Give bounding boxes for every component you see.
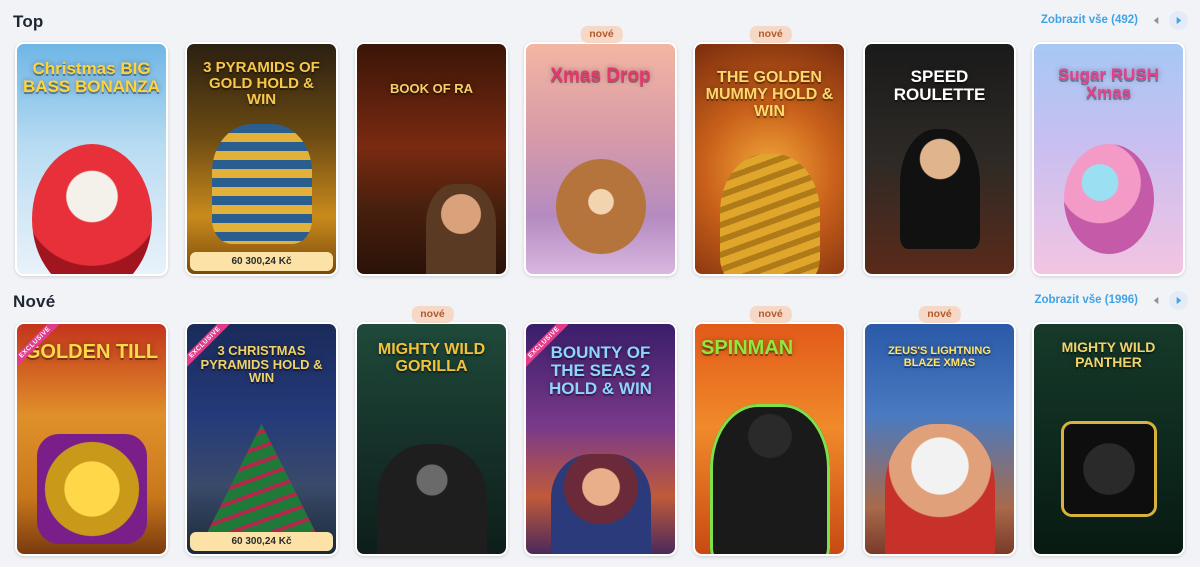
game-card[interactable]: SPINMAN <box>693 322 846 556</box>
jackpot-amount: 60 300,24 Kč <box>190 532 333 551</box>
game-card[interactable]: BOUNTY OF THE SEAS 2 HOLD & WIN EXCLUSIV… <box>524 322 677 556</box>
game-title: THE GOLDEN MUMMY HOLD & WIN <box>705 69 834 120</box>
till-figure <box>36 434 147 544</box>
game-title: BOOK OF RA <box>389 81 474 96</box>
game-card[interactable]: GOLDEN TILL EXCLUSIVE <box>15 322 168 556</box>
game-card[interactable]: ZEUS'S LIGHTNING BLAZE XMAS <box>863 322 1016 556</box>
game-title: Christmas BIG BASS BONANZA <box>23 59 160 96</box>
game-title: MIGHTY WILD PANTHER <box>1061 339 1156 370</box>
game-card[interactable]: SPEED ROULETTE <box>863 42 1016 276</box>
section-title: Nové <box>13 292 56 311</box>
game-card[interactable]: MIGHTY WILD GORILLA <box>355 322 508 556</box>
game-title: MIGHTY WILD GORILLA <box>377 341 486 375</box>
zeus-figure <box>884 424 995 554</box>
games-row: GOLDEN TILL EXCLUSIVE 3 CHRISTMAS PYRAMI… <box>15 322 1187 556</box>
game-title: SPINMAN <box>701 337 794 359</box>
game-title: SPEED ROULETTE <box>893 67 986 104</box>
next-button[interactable] <box>1169 291 1188 310</box>
gorilla-figure <box>376 444 487 554</box>
game-title: Sugar RUSH Xmas <box>1057 65 1160 102</box>
jackpot-amount: 60 300,24 Kč <box>190 252 333 271</box>
bear-figure <box>555 159 646 254</box>
game-card[interactable]: 3 PYRAMIDS OF GOLD HOLD & WIN 60 300,24 … <box>185 42 338 276</box>
new-badge: nové <box>411 306 454 323</box>
section-header: Nové Zobrazit vše (1996) <box>0 280 1200 320</box>
game-card[interactable]: THE GOLDEN MUMMY HOLD & WIN <box>693 42 846 276</box>
game-title: 3 CHRISTMAS PYRAMIDS HOLD & WIN <box>200 343 323 386</box>
panther-figure <box>1063 424 1154 514</box>
game-title: GOLDEN TILL <box>24 341 159 363</box>
game-card[interactable]: 3 CHRISTMAS PYRAMIDS HOLD & WIN EXCLUSIV… <box>185 322 338 556</box>
game-title: 3 PYRAMIDS OF GOLD HOLD & WIN <box>203 59 320 108</box>
spinman-figure <box>709 404 830 554</box>
show-all-link[interactable]: Zobrazit vše (492) <box>1041 14 1138 26</box>
new-badge: nové <box>580 26 623 43</box>
prev-button[interactable] <box>1147 11 1166 30</box>
chevron-left-icon <box>1153 296 1159 305</box>
candy-figure <box>1063 144 1154 254</box>
pirate-figure <box>550 454 651 554</box>
section-title: Top <box>13 12 44 31</box>
mummy-figure <box>719 154 820 274</box>
chevron-right-icon <box>1176 16 1182 25</box>
new-badge: nové <box>749 306 792 323</box>
game-card[interactable]: BOOK OF RA <box>355 42 508 276</box>
explorer-figure <box>426 184 497 274</box>
dealer-figure <box>899 129 980 249</box>
show-all-link[interactable]: Zobrazit vše (1996) <box>1034 294 1138 306</box>
game-card[interactable]: Xmas Drop <box>524 42 677 276</box>
game-title: ZEUS'S LIGHTNING BLAZE XMAS <box>888 345 991 369</box>
prev-button[interactable] <box>1147 291 1166 310</box>
game-card[interactable]: Christmas BIG BASS BONANZA <box>15 42 168 276</box>
pharaoh-figure <box>211 124 312 244</box>
new-badge: nové <box>749 26 792 43</box>
chevron-left-icon <box>1153 16 1159 25</box>
chevron-right-icon <box>1176 296 1182 305</box>
games-row: Christmas BIG BASS BONANZA 3 PYRAMIDS OF… <box>15 42 1187 276</box>
game-title: Xmas Drop <box>550 65 651 86</box>
next-button[interactable] <box>1169 11 1188 30</box>
new-badge: nové <box>918 306 961 323</box>
game-title: BOUNTY OF THE SEAS 2 HOLD & WIN <box>549 343 652 398</box>
game-card[interactable]: MIGHTY WILD PANTHER <box>1032 322 1185 556</box>
game-card[interactable]: Sugar RUSH Xmas <box>1032 42 1185 276</box>
